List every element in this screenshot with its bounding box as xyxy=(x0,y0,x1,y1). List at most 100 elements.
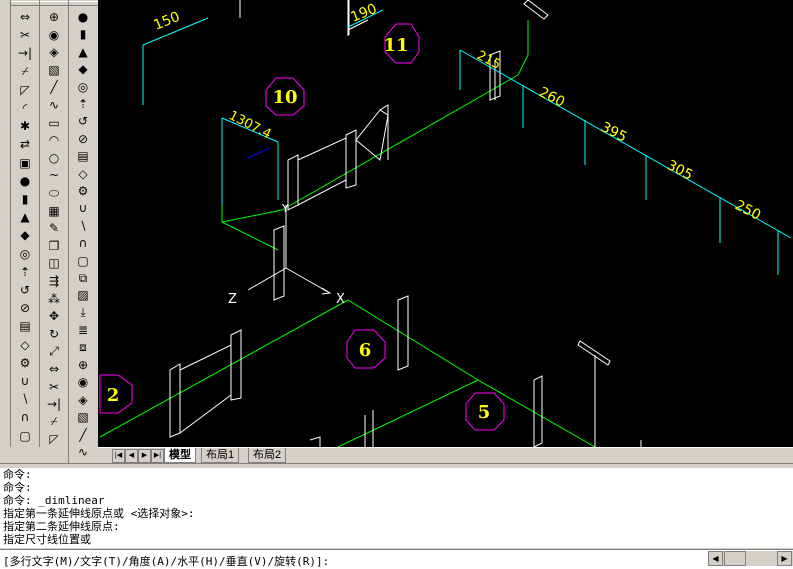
marker-2: 2 xyxy=(99,374,133,414)
command-input[interactable]: [多行文字(M)/文字(T)/角度(A)/水平(H)/垂直(V)/旋转(R)]: xyxy=(0,549,793,569)
dome-icon[interactable]: ▲ xyxy=(74,43,92,61)
layout-tab-bar: |◀ ◀ ▶ ▶| 模型 布局1 布局2 xyxy=(98,447,793,464)
render-icon[interactable]: ◸ xyxy=(45,430,63,448)
tab-prev-button[interactable]: ◀ xyxy=(125,449,138,463)
layer-icon[interactable]: ⌿ xyxy=(45,413,63,431)
extend-icon[interactable]: ◇ xyxy=(16,336,34,354)
face-icon[interactable]: ● xyxy=(74,8,92,26)
command-history-line: 命令: _dimlinear xyxy=(3,494,105,507)
rotate-icon[interactable]: ⇡ xyxy=(16,263,34,281)
revolve-icon[interactable]: ◠ xyxy=(45,131,63,149)
hatch-icon[interactable]: ⇄ xyxy=(16,135,34,153)
move-face-icon[interactable]: ∖ xyxy=(74,217,92,235)
move-icon[interactable]: ◎ xyxy=(16,245,34,263)
intersect-icon[interactable]: ◫ xyxy=(45,254,63,272)
ellipse-icon[interactable]: ✱ xyxy=(16,117,34,135)
block-icon[interactable]: ✥ xyxy=(45,307,63,325)
3dorbit-icon[interactable]: ⚙ xyxy=(74,182,92,200)
tab-next-button[interactable]: ▶ xyxy=(138,449,151,463)
tab-icon[interactable]: ⇶ xyxy=(45,272,63,290)
match-icon[interactable]: ▢ xyxy=(16,427,34,445)
trim-icon[interactable]: ▤ xyxy=(16,317,34,335)
explode-icon[interactable]: ∩ xyxy=(16,408,34,426)
scroll-left-button[interactable]: ◀ xyxy=(708,551,723,566)
rectangle-icon[interactable]: →| xyxy=(16,44,34,62)
sphere-icon[interactable]: ◉ xyxy=(45,26,63,44)
setup-icon[interactable]: ▦ xyxy=(45,202,63,220)
edgesurf-icon[interactable]: ▤ xyxy=(74,147,92,165)
cone-icon[interactable]: ▧ xyxy=(45,61,63,79)
cylinder-icon[interactable]: ◈ xyxy=(45,43,63,61)
tolerance-icon[interactable]: ∿ xyxy=(74,443,92,461)
mtext-icon[interactable]: ╱ xyxy=(74,426,92,444)
tab-layout1[interactable]: 布局1 xyxy=(201,448,240,463)
array-icon[interactable]: ◆ xyxy=(16,226,34,244)
check-icon[interactable]: ◈ xyxy=(74,391,92,409)
slice-icon[interactable]: ○ xyxy=(45,149,63,167)
scroll-thumb[interactable] xyxy=(724,551,746,566)
offset-face-icon[interactable]: ∩ xyxy=(74,234,92,252)
rulesurf-icon[interactable]: ⊘ xyxy=(74,130,92,148)
ucs-y-label: Y xyxy=(281,202,289,215)
command-history-line: 命令: xyxy=(3,481,32,494)
extrude-icon[interactable]: ▭ xyxy=(45,114,63,132)
copy-icon[interactable]: ● xyxy=(16,172,34,190)
fillet-icon[interactable]: ∖ xyxy=(16,390,34,408)
separate-icon[interactable]: ⊕ xyxy=(74,356,92,374)
tab-model[interactable]: 模型 xyxy=(164,448,196,463)
spline-icon[interactable]: ◜ xyxy=(16,99,34,117)
mesh-icon[interactable]: ◎ xyxy=(74,78,92,96)
union-icon[interactable]: ✎ xyxy=(45,219,63,237)
view-icon[interactable]: →| xyxy=(45,395,63,413)
drawing-canvas[interactable]: 150 190 1307.4 215 260 395 305 250 11 10… xyxy=(98,0,793,447)
scroll-right-button[interactable]: ▶ xyxy=(777,551,792,566)
interfere-icon[interactable]: ⬭ xyxy=(45,184,63,202)
offset-icon[interactable]: ▲ xyxy=(16,208,34,226)
command-scrollbar[interactable]: ◀ ▶ xyxy=(708,551,793,566)
subtract-icon[interactable]: ❐ xyxy=(45,237,63,255)
mirror-icon[interactable]: ▮ xyxy=(16,190,34,208)
drawing-svg[interactable]: 150 190 1307.4 215 260 395 305 250 11 10… xyxy=(98,0,793,447)
wedge2-icon[interactable]: ▮ xyxy=(74,25,92,43)
imprint-icon[interactable]: ⧈ xyxy=(74,339,92,357)
text-icon[interactable]: ▧ xyxy=(74,408,92,426)
ucs-x-label: X xyxy=(336,292,345,307)
chamfer-icon[interactable]: ∪ xyxy=(16,372,34,390)
command-history-line: 命令: xyxy=(3,468,32,481)
box-icon[interactable]: ⊕ xyxy=(45,8,63,26)
color-face-icon[interactable]: ≣ xyxy=(74,321,92,339)
circle-icon[interactable]: ◸ xyxy=(16,81,34,99)
tab-first-button[interactable]: |◀ xyxy=(112,449,125,463)
break-icon[interactable]: ⚙ xyxy=(16,354,34,372)
command-history: 命令: 命令: 命令: _dimlinear 指定第一条延伸线原点或 <选择对象… xyxy=(0,468,793,548)
shade-icon[interactable]: ◇ xyxy=(74,165,92,183)
revsurf-icon[interactable]: ⇡ xyxy=(74,95,92,113)
polyline-icon[interactable]: ✂ xyxy=(16,26,34,44)
tab-last-button[interactable]: ▶| xyxy=(151,449,164,463)
xref-icon[interactable]: ⇔ xyxy=(45,360,63,378)
line-icon[interactable]: ⇔ xyxy=(16,8,34,26)
taper-face-icon[interactable]: ▨ xyxy=(74,286,92,304)
ucs-icon[interactable]: ✂ xyxy=(45,378,63,396)
arc-icon[interactable]: ⌿ xyxy=(16,63,34,81)
tabsurf-icon[interactable]: ↺ xyxy=(74,112,92,130)
torus-icon[interactable]: ∿ xyxy=(45,96,63,114)
copy-face-icon[interactable]: ⤓ xyxy=(74,304,92,322)
draw-toolbar xyxy=(0,0,11,447)
dish-icon[interactable]: ◆ xyxy=(74,60,92,78)
copy-tool-icon[interactable]: ⁂ xyxy=(45,290,63,308)
attrib-icon[interactable]: ⤢ xyxy=(45,342,63,360)
scale-icon[interactable]: ↺ xyxy=(16,281,34,299)
shell-icon[interactable]: ◉ xyxy=(74,373,92,391)
extrude-face-icon[interactable]: ∪ xyxy=(74,199,92,217)
delete-face-icon[interactable]: ▢ xyxy=(74,252,92,270)
svg-text:11: 11 xyxy=(383,35,408,56)
tab-layout2[interactable]: 布局2 xyxy=(248,448,287,463)
rotate-face-icon[interactable]: ⧉ xyxy=(74,269,92,287)
ucs-icon xyxy=(247,205,332,295)
insert-icon[interactable]: ↻ xyxy=(45,325,63,343)
stretch-icon[interactable]: ⊘ xyxy=(16,299,34,317)
section-icon[interactable]: ~ xyxy=(45,166,63,184)
erase-icon[interactable]: ▣ xyxy=(16,154,34,172)
wedge-icon[interactable]: ╱ xyxy=(45,78,63,96)
